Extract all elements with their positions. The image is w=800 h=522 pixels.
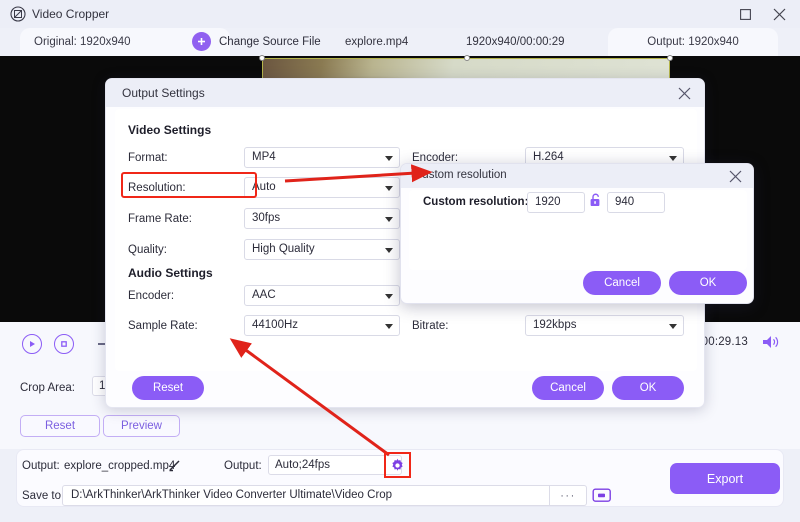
custom-resolution-dialog-header: Custom resolution	[401, 164, 753, 188]
original-resolution-label: Original: 1920x940	[34, 36, 131, 48]
quality-value: High Quality	[252, 243, 315, 255]
sample-rate-select[interactable]: 44100Hz	[244, 315, 400, 336]
custom-resolution-close-icon[interactable]	[725, 166, 745, 186]
audio-encoder-value: AAC	[252, 289, 276, 301]
custom-resolution-field-label: Custom resolution:	[423, 196, 529, 208]
maximize-button[interactable]	[732, 4, 758, 24]
bitrate-select[interactable]: 192kbps	[525, 315, 684, 336]
unlock-icon[interactable]	[589, 193, 601, 210]
bitrate-value: 192kbps	[533, 319, 577, 331]
window-title: Video Cropper	[32, 7, 110, 21]
output-settings-close-icon[interactable]	[674, 83, 694, 103]
quality-label: Quality:	[128, 244, 167, 256]
output-file-name: explore_cropped.mp4	[64, 460, 176, 472]
chevron-down-icon	[385, 217, 393, 222]
audio-encoder-select[interactable]: AAC	[244, 285, 400, 306]
chevron-down-icon	[669, 156, 677, 161]
chevron-down-icon	[669, 324, 677, 329]
source-toolbar: Original: 1920x940 Change Source File ex…	[0, 28, 800, 56]
close-button[interactable]	[766, 4, 792, 24]
crop-circle-icon	[10, 6, 26, 22]
chevron-down-icon	[385, 294, 393, 299]
stop-icon[interactable]	[54, 334, 74, 354]
source-file-name: explore.mp4	[345, 36, 409, 48]
settings-ok-button[interactable]: OK	[612, 376, 684, 400]
output-settings-dialog-header: Output Settings	[106, 79, 704, 107]
crop-area-label: Crop Area:	[20, 382, 75, 394]
playback-controls	[22, 334, 74, 354]
sample-rate-value: 44100Hz	[252, 319, 299, 331]
video-settings-heading: Video Settings	[128, 123, 212, 137]
format-select[interactable]: MP4	[244, 147, 400, 168]
chevron-down-icon	[385, 324, 393, 329]
encoder-value: H.264	[533, 151, 564, 163]
gear-icon[interactable]	[385, 454, 409, 476]
play-icon[interactable]	[22, 334, 42, 354]
custom-resolution-dialog: Custom resolution Custom resolution: 192…	[400, 163, 754, 304]
output-info-tab: Output: 1920x940	[608, 28, 778, 56]
crop-preview-button[interactable]: Preview	[103, 415, 180, 437]
output-settings-dialog-title: Output Settings	[122, 86, 205, 100]
crop-handle-top-center[interactable]	[464, 55, 470, 61]
quality-select[interactable]: High Quality	[244, 239, 400, 260]
output-settings-label: Output:	[224, 460, 262, 472]
custom-resolution-width-input[interactable]: 1920	[527, 192, 585, 213]
pencil-icon[interactable]	[168, 459, 181, 475]
output-settings-dialog-footer: Reset Cancel OK	[115, 373, 697, 403]
frame-rate-label: Frame Rate:	[128, 213, 192, 225]
save-to-label: Save to:	[22, 490, 65, 502]
custom-resolution-height-input[interactable]: 940	[607, 192, 665, 213]
plus-icon	[192, 32, 211, 51]
crop-handle-top-left[interactable]	[259, 55, 265, 61]
frame-rate-value: 30fps	[252, 212, 281, 224]
export-button[interactable]: Export	[670, 463, 780, 494]
settings-reset-button[interactable]: Reset	[132, 376, 204, 400]
format-label: Format:	[128, 152, 168, 164]
source-file-meta: 1920x940/00:00:29	[466, 36, 565, 48]
frame-rate-select[interactable]: 30fps	[244, 208, 400, 229]
bitrate-label: Bitrate:	[412, 320, 449, 332]
chevron-down-icon	[385, 248, 393, 253]
sample-rate-label: Sample Rate:	[128, 320, 198, 332]
resolution-select[interactable]: Auto	[244, 177, 400, 198]
save-to-path[interactable]: D:\ArkThinker\ArkThinker Video Converter…	[62, 485, 550, 506]
audio-encoder-label: Encoder:	[128, 290, 175, 302]
custom-resolution-cancel-button[interactable]: Cancel	[583, 271, 661, 295]
output-file-label: Output:	[22, 460, 60, 472]
chevron-down-icon	[385, 156, 393, 161]
crop-reset-button[interactable]: Reset	[20, 415, 100, 437]
format-value: MP4	[252, 151, 276, 163]
browse-button[interactable]: ···	[550, 485, 587, 506]
volume-icon[interactable]	[762, 334, 780, 353]
chevron-down-icon	[385, 186, 393, 191]
crop-handle-top-right[interactable]	[667, 55, 673, 61]
output-resolution-label: Output: 1920x940	[647, 36, 739, 48]
custom-resolution-dialog-title: Custom resolution	[414, 169, 507, 181]
video-cropper-window: Video Cropper Original: 1920x940 Change …	[0, 0, 800, 522]
audio-settings-heading: Audio Settings	[128, 266, 213, 280]
resolution-highlight-box	[121, 172, 257, 198]
title-bar: Video Cropper	[0, 0, 800, 28]
folder-icon[interactable]	[592, 486, 612, 504]
custom-resolution-ok-button[interactable]: OK	[669, 271, 747, 295]
window-controls	[732, 4, 792, 24]
change-source-file-label: Change Source File	[219, 35, 321, 48]
settings-cancel-button[interactable]: Cancel	[532, 376, 604, 400]
output-settings-value[interactable]: Auto;24fps	[268, 455, 402, 475]
change-source-file-button[interactable]: Change Source File	[192, 32, 321, 51]
